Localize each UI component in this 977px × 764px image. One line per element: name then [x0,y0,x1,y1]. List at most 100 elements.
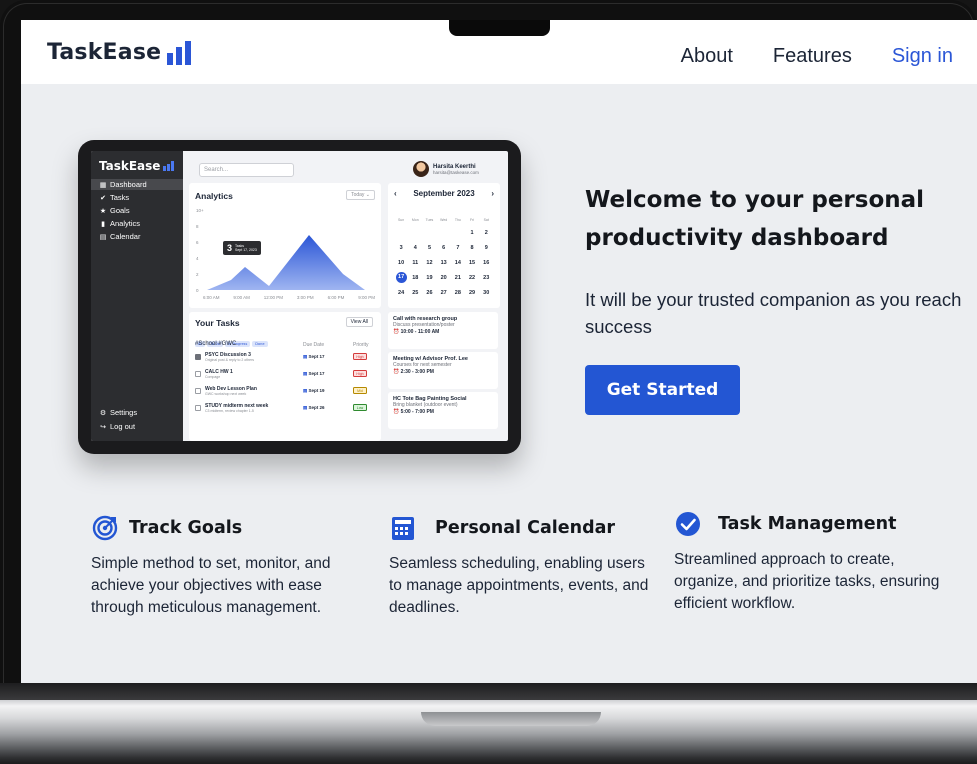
event-time: ⏰ 5:00 - 7:00 PM [393,409,493,415]
calendar-day-number: 7 [456,244,460,251]
nav-signin-link[interactable]: Sign in [892,45,953,68]
calendar-month: September 2023 [413,189,475,198]
calendar-dow: Fri [469,218,475,222]
events-list: Call with research group Discuss present… [388,312,500,441]
calendar-day: 25 [408,290,422,296]
event-time: ⏰ 2:30 - 3:00 PM [393,369,493,375]
tooltip-date: Sept 17, 2023 [235,248,257,252]
feature-desc: Simple method to set, monitor, and achie… [91,555,331,616]
calendar-day-number: 2 [484,229,488,236]
calendar-day: 1 [465,230,479,236]
sidebar-item-label: Goals [110,206,130,215]
calendar-day: 13 [437,260,451,266]
task-due-text: Sept 17 [308,354,325,359]
task-due: ▤ Sept 17 [303,354,325,360]
sidebar-item-label: Calendar [110,232,141,241]
grid-icon: ▦ [99,181,107,189]
calendar-day: 26 [422,290,436,296]
filter-pill: Done [252,341,268,347]
chart-tooltip: 3 Tasks Sept 17, 2023 [223,241,261,255]
alarm-icon: ⏰ [393,329,400,335]
feature-track-goals: Track Goals Simple method to set, monito… [91,514,361,619]
calendar-day: 11 [408,260,422,266]
camera-notch [449,20,550,36]
checkbox [195,354,201,360]
checkbox [195,405,201,411]
sidebar-item-goals: ★ Goals [91,205,183,216]
calendar-day: 18 [408,275,422,281]
calendar-day-number: 6 [442,244,446,251]
task-due: ▤ Sept 19 [303,388,325,394]
calendar-day-number: 14 [454,259,461,266]
event-card: Meeting w/ Advisor Prof. Lee Courses for… [388,352,498,389]
x-tick: 12:00 PM [263,295,284,300]
avatar [413,161,429,177]
alarm-icon: ⏰ [393,409,400,415]
calendar-day: 20 [437,275,451,281]
laptop-mockup: TaskEase About Features Sign in TaskEase [0,0,977,764]
task-due: ▤ Sept 26 [303,405,325,411]
due-date-header: Due Date [303,342,325,348]
calendar-day-number: 28 [454,289,461,296]
event-time-text: 2:30 - 3:00 PM [400,369,434,375]
calendar-dow: Wed [440,218,448,222]
x-tick: 9:00 AM [233,295,250,300]
calendar-day-number: 4 [413,244,417,251]
calendar-day: 23 [479,275,493,281]
feature-desc: Streamlined approach to create, organize… [674,551,940,612]
feature-task-management: Task Management Streamlined approach to … [674,510,944,615]
star-icon: ★ [99,207,107,215]
get-started-button[interactable]: Get Started [585,365,740,415]
bar-chart-logo-icon [167,40,192,65]
dashboard-brand: TaskEase [99,159,175,173]
hero-subtitle: It will be your trusted companion as you… [585,289,962,337]
tasks-card: Your Tasks View All All To Do In Progress D… [189,312,381,441]
calendar-day: 12 [422,260,436,266]
task-due-text: Sept 17 [308,371,325,376]
calendar-day-number: 11 [412,259,419,266]
calendar-day: 6 [437,245,451,251]
gear-icon: ⚙ [99,409,107,417]
task-due-text: Sept 19 [308,388,325,393]
nav-features-link[interactable]: Features [773,45,852,68]
sidebar-item-analytics: ▮ Analytics [91,218,183,229]
dashboard-search-input: Search... [199,163,294,177]
target-icon [91,514,119,542]
checkbox [195,388,201,394]
check-icon: ✔ [100,194,106,202]
sidebar-item-label: Log out [110,422,136,431]
calendar-day-number: 5 [427,244,431,251]
calendar-day: 24 [394,290,408,296]
feature-desc: Seamless scheduling, enabling users to m… [389,555,649,616]
nav-about-link[interactable]: About [681,45,733,68]
calendar-dow: Thu [454,218,461,222]
feature-title: Track Goals [129,518,243,538]
calendar-icon: ▤ [99,233,107,241]
nav-links: About Features Sign in [681,45,953,68]
user-name: Harsita Keerthi [433,163,476,170]
x-tick: 6:00 AM [203,295,220,300]
calendar-day: 10 [394,260,408,266]
dashboard-user: Harsita Keerthi harsita@taskease.com [413,161,479,177]
priority-badge: Low [353,404,367,411]
sidebar-item-label: Tasks [110,193,130,202]
sidebar-item-label: Settings [110,408,138,417]
dashboard-sidebar: TaskEase ▦ Dashboard ✔ Tasks ★ Goals ▮ Analy… [91,151,183,441]
calendar-day-number: 3 [399,244,403,251]
brand-logo[interactable]: TaskEase [47,40,192,65]
alarm-icon: ⏰ [393,369,400,375]
calendar-day: 22 [465,275,479,281]
calendar-day-number: 12 [426,259,433,266]
calendar-day: 21 [451,275,465,281]
calendar-day: 28 [451,290,465,296]
laptop-hinge [421,712,601,726]
view-all-button: View All [345,317,373,327]
tasks-title: Your Tasks [195,318,240,328]
sidebar-item-calendar: ▤ Calendar [91,231,183,242]
event-desc: Discuss presentation/poster [393,322,455,328]
calendar-header: ‹ September 2023 › [394,189,494,198]
y-tick: 4 [196,256,199,261]
priority-badge: High [353,353,367,360]
laptop-base [0,700,977,764]
calendar-day: 29 [465,290,479,296]
